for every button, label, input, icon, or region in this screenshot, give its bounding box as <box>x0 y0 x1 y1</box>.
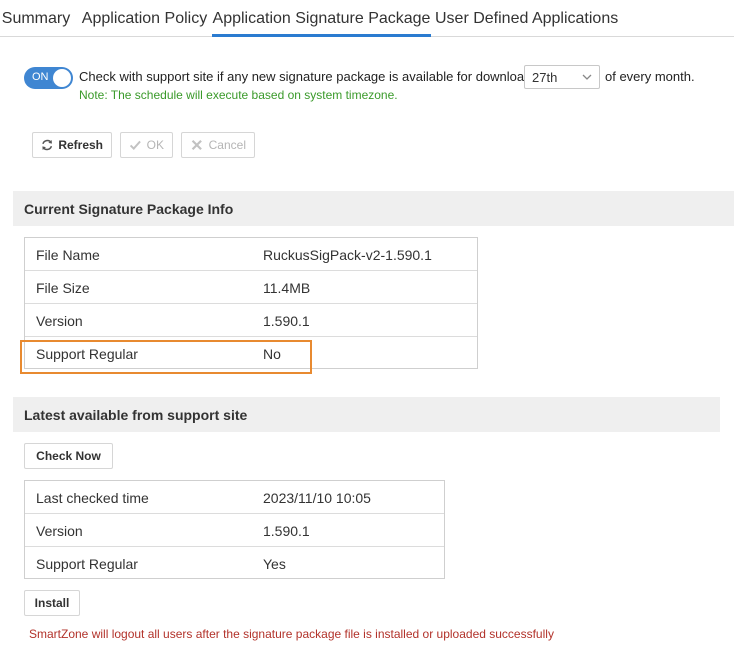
refresh-icon <box>42 139 53 151</box>
latest-package-table: Last checked time 2023/11/10 10:05 Versi… <box>24 480 445 579</box>
row-key: Support Regular <box>36 556 138 572</box>
table-row: Version 1.590.1 <box>25 514 444 547</box>
table-row: Support Regular Yes <box>25 547 444 580</box>
day-select[interactable]: 27th <box>524 65 600 89</box>
ok-label: OK <box>146 138 164 152</box>
row-key: File Size <box>36 280 90 296</box>
logout-warning: SmartZone will logout all users after th… <box>29 627 554 641</box>
table-row: File Size 11.4MB <box>25 271 477 304</box>
cancel-label: Cancel <box>208 138 246 152</box>
row-value: 1.590.1 <box>263 523 310 539</box>
check-now-button[interactable]: Check Now <box>24 443 113 469</box>
row-value: 11.4MB <box>263 280 311 296</box>
close-icon <box>191 139 202 151</box>
schedule-note: Note: The schedule will execute based on… <box>79 88 398 102</box>
schedule-suffix: of every month. <box>605 69 695 84</box>
current-package-title: Current Signature Package Info <box>24 201 234 217</box>
toggle-knob <box>53 69 71 87</box>
row-key: Version <box>36 313 83 329</box>
check-icon <box>129 140 141 150</box>
latest-package-header: Latest available from support site <box>13 397 720 432</box>
row-key: File Name <box>36 247 100 263</box>
tab-application-policy[interactable]: Application Policy <box>78 0 211 37</box>
latest-package-title: Latest available from support site <box>24 407 248 423</box>
row-key: Version <box>36 523 83 539</box>
support-regular-highlight <box>20 340 312 374</box>
cancel-button[interactable]: Cancel <box>181 132 255 158</box>
tab-application-signature-package[interactable]: Application Signature Package <box>212 0 431 37</box>
refresh-button[interactable]: Refresh <box>32 132 112 158</box>
row-value: RuckusSigPack-v2-1.590.1 <box>263 247 432 263</box>
tab-bar: Summary Application Policy Application S… <box>0 0 734 37</box>
tab-summary[interactable]: Summary <box>0 0 72 37</box>
refresh-label: Refresh <box>58 138 103 152</box>
row-value: 2023/11/10 10:05 <box>263 490 371 506</box>
tab-user-defined-applications[interactable]: User Defined Applications <box>435 0 618 37</box>
install-button[interactable]: Install <box>24 590 80 616</box>
table-row: Version 1.590.1 <box>25 304 477 337</box>
row-key: Last checked time <box>36 490 149 506</box>
toggle-label: ON <box>32 71 49 83</box>
table-row: Last checked time 2023/11/10 10:05 <box>25 481 444 514</box>
row-value: Yes <box>263 556 286 572</box>
table-row: File Name RuckusSigPack-v2-1.590.1 <box>25 238 477 271</box>
ok-button[interactable]: OK <box>120 132 173 158</box>
schedule-text: Check with support site if any new signa… <box>79 69 550 84</box>
current-package-header: Current Signature Package Info <box>13 191 734 226</box>
row-value: 1.590.1 <box>263 313 310 329</box>
chevron-down-icon <box>582 74 592 80</box>
schedule-toggle[interactable]: ON <box>24 67 73 89</box>
day-select-value: 27th <box>532 70 558 85</box>
